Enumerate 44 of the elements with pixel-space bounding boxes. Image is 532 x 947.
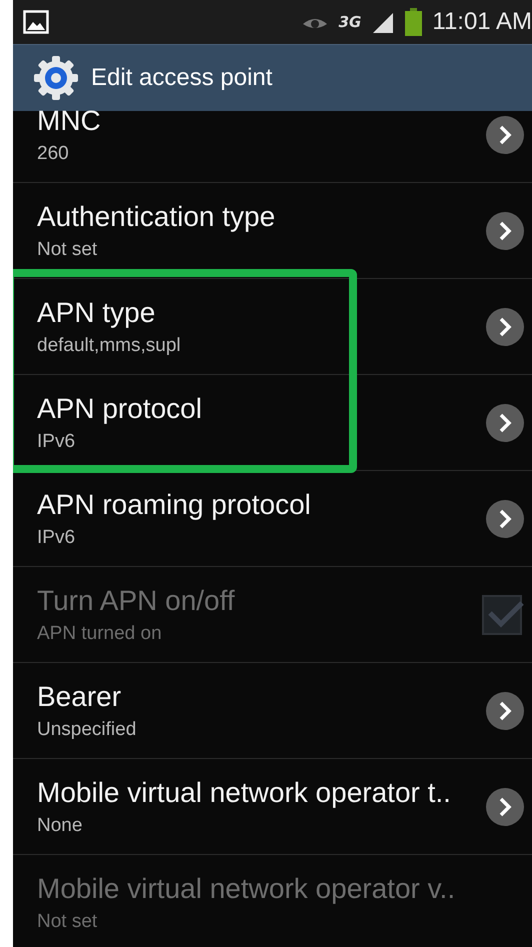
chevron-right-icon — [498, 508, 512, 528]
clock: 11:01 AM — [432, 8, 532, 36]
setting-value: IPv6 — [37, 526, 76, 548]
setting-title: Bearer — [37, 680, 122, 712]
chevron-button[interactable] — [486, 500, 524, 538]
setting-value: Unspecified — [37, 718, 138, 740]
setting-title: Turn APN on/off — [37, 584, 236, 616]
setting-title: Authentication type — [37, 200, 276, 232]
chevron-right-icon — [498, 796, 512, 816]
battery-icon — [405, 8, 422, 36]
setting-row[interactable]: Authentication type Not set — [13, 183, 532, 279]
setting-title: APN type — [37, 296, 156, 328]
setting-value: APN turned on — [37, 622, 163, 644]
chevron-right-icon — [498, 412, 512, 432]
chevron-button[interactable] — [486, 308, 524, 346]
chevron-button[interactable] — [486, 116, 524, 154]
signal-icon — [371, 11, 396, 33]
setting-row[interactable]: Mobile virtual network operator t.. None — [13, 759, 532, 855]
setting-value: default,mms,supl — [37, 334, 182, 356]
setting-value: 260 — [37, 142, 70, 164]
setting-value: None — [37, 814, 84, 836]
setting-row[interactable]: APN roaming protocol IPv6 — [13, 471, 532, 567]
setting-title: MNC — [37, 104, 102, 136]
setting-row[interactable]: APN protocol IPv6 — [13, 375, 532, 471]
chevron-button[interactable] — [486, 404, 524, 442]
network-type: 3G — [338, 13, 362, 31]
setting-value: Not set — [37, 238, 98, 260]
chevron-button[interactable] — [486, 692, 524, 730]
setting-row[interactable]: Bearer Unspecified — [13, 663, 532, 759]
setting-title: APN protocol — [37, 392, 203, 424]
chevron-button[interactable] — [486, 212, 524, 250]
chevron-button[interactable] — [486, 788, 524, 826]
chevron-right-icon — [498, 700, 512, 720]
setting-title: Mobile virtual network operator v.. — [37, 872, 456, 904]
setting-title: APN roaming protocol — [37, 488, 312, 520]
settings-icon — [33, 55, 79, 101]
picture-icon — [23, 10, 49, 34]
chevron-right-icon — [498, 124, 512, 144]
setting-value: IPv6 — [37, 430, 76, 452]
setting-row[interactable]: APN type default,mms,supl — [13, 279, 532, 375]
chevron-right-icon — [498, 220, 512, 240]
setting-title: Mobile virtual network operator t.. — [37, 776, 452, 808]
setting-value: Not set — [37, 910, 98, 932]
chevron-right-icon — [498, 316, 512, 336]
